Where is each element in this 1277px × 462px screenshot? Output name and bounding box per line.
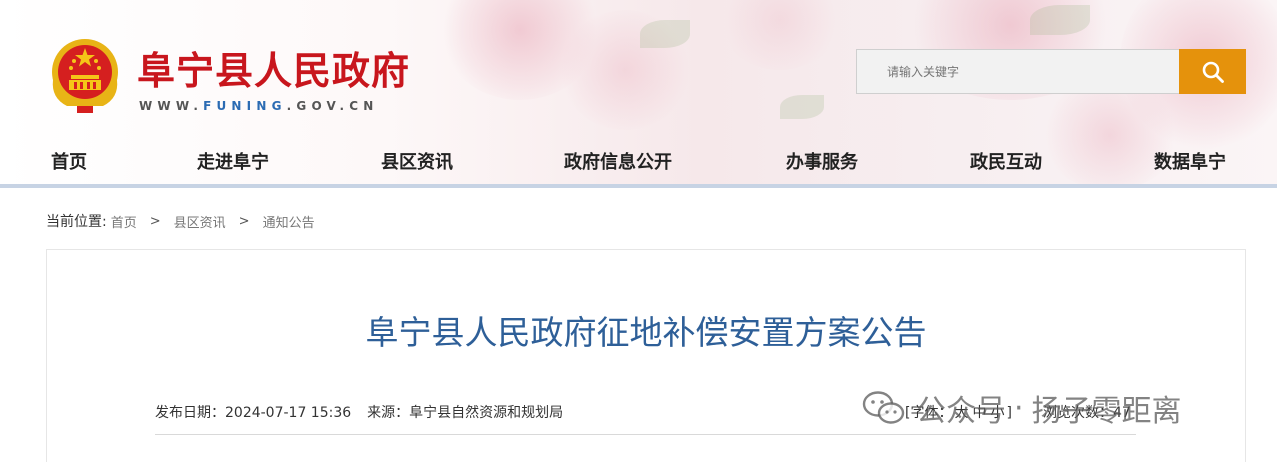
- breadcrumb-notice-link[interactable]: 通知公告: [263, 212, 315, 231]
- meta-divider: [155, 434, 1136, 435]
- font-size-medium-button[interactable]: 中: [972, 405, 986, 421]
- breadcrumb-news-link[interactable]: 县区资讯: [174, 212, 226, 231]
- breadcrumb: 当前位置: 首页 > 县区资讯 > 通知公告: [46, 211, 315, 231]
- view-count: 浏览次数：47: [1043, 405, 1131, 421]
- site-url-highlight: FUNING: [203, 99, 287, 113]
- font-size-large-button[interactable]: 大: [954, 405, 968, 421]
- nav-item-about[interactable]: 走进阜宁: [197, 148, 269, 174]
- search-button[interactable]: [1179, 49, 1246, 94]
- nav-item-data[interactable]: 数据阜宁: [1154, 148, 1226, 174]
- font-size-prefix: [字体：: [905, 405, 953, 421]
- national-emblem-icon: [52, 39, 118, 113]
- site-url-suffix: .GOV.CN: [286, 99, 379, 113]
- breadcrumb-separator: >: [238, 213, 250, 229]
- font-size-suffix: ]: [1006, 405, 1012, 421]
- leaf-decoration: [640, 20, 690, 48]
- breadcrumb-label: 当前位置:: [46, 214, 107, 230]
- breadcrumb-separator: >: [149, 213, 161, 229]
- article-source: 来源：阜宁县自然资源和规划局: [367, 405, 564, 421]
- leaf-decoration: [1030, 5, 1090, 35]
- font-size-small-button[interactable]: 小: [990, 405, 1004, 421]
- site-url-prefix: WWW.: [139, 99, 204, 113]
- article-meta: 发布日期：2024-07-17 15:36 来源：阜宁县自然资源和规划局: [155, 402, 579, 422]
- leaf-decoration: [780, 95, 824, 119]
- nav-item-home[interactable]: 首页: [51, 148, 87, 174]
- nav-item-gov-info[interactable]: 政府信息公开: [564, 148, 672, 174]
- main-nav: 首页 走进阜宁 县区资讯 政府信息公开 办事服务 政民互动 数据阜宁: [0, 138, 1277, 182]
- search-input[interactable]: [856, 49, 1180, 94]
- nav-divider: [0, 184, 1277, 188]
- breadcrumb-home-link[interactable]: 首页: [111, 212, 137, 231]
- nav-item-news[interactable]: 县区资讯: [381, 148, 453, 174]
- site-title[interactable]: 阜宁县人民政府: [137, 40, 410, 95]
- nav-item-services[interactable]: 办事服务: [786, 148, 858, 174]
- article-panel: [46, 249, 1246, 462]
- site-url: WWW.FUNING.GOV.CN: [139, 99, 378, 113]
- blossom-decoration: [720, 0, 840, 70]
- search-icon: [1202, 61, 1224, 83]
- publish-date: 发布日期：2024-07-17 15:36: [155, 405, 352, 421]
- font-size-control: [字体：大中小]: [905, 402, 1012, 422]
- nav-item-interaction[interactable]: 政民互动: [970, 148, 1042, 174]
- article-title: 阜宁县人民政府征地补偿安置方案公告: [365, 313, 927, 352]
